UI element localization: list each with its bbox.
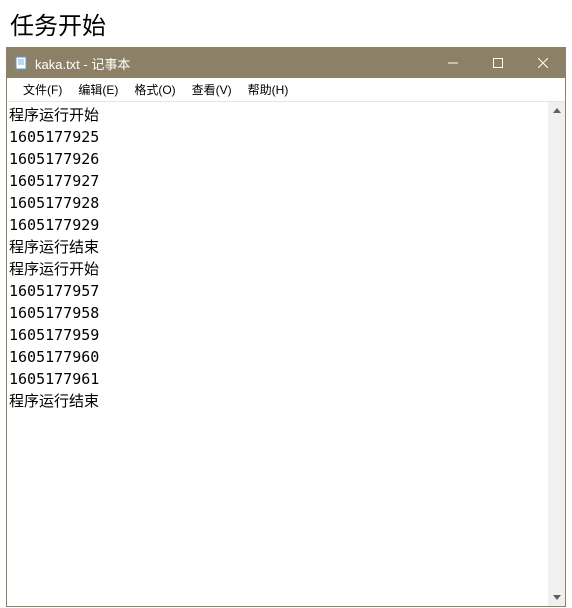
minimize-button[interactable]	[430, 48, 475, 78]
notepad-window: kaka.txt - 记事本 文件(F) 编辑(E) 格式(O) 查看(V) 帮…	[6, 47, 566, 607]
notepad-icon	[13, 55, 29, 71]
menubar: 文件(F) 编辑(E) 格式(O) 查看(V) 帮助(H)	[7, 78, 565, 102]
page-title: 任务开始	[0, 0, 572, 47]
scroll-down-icon[interactable]	[548, 589, 565, 606]
close-button[interactable]	[520, 48, 565, 78]
text-editor[interactable]: 程序运行开始 1605177925 1605177926 1605177927 …	[7, 102, 548, 606]
content-area: 程序运行开始 1605177925 1605177926 1605177927 …	[7, 102, 565, 606]
menu-help[interactable]: 帮助(H)	[240, 79, 297, 100]
menu-edit[interactable]: 编辑(E)	[70, 79, 126, 100]
titlebar[interactable]: kaka.txt - 记事本	[7, 48, 565, 78]
window-controls	[430, 48, 565, 78]
maximize-button[interactable]	[475, 48, 520, 78]
vertical-scrollbar[interactable]	[548, 102, 565, 606]
menu-format[interactable]: 格式(O)	[126, 79, 183, 100]
menu-file[interactable]: 文件(F)	[15, 79, 70, 100]
menu-view[interactable]: 查看(V)	[184, 79, 240, 100]
scroll-up-icon[interactable]	[548, 102, 565, 119]
window-title: kaka.txt - 记事本	[35, 54, 430, 73]
